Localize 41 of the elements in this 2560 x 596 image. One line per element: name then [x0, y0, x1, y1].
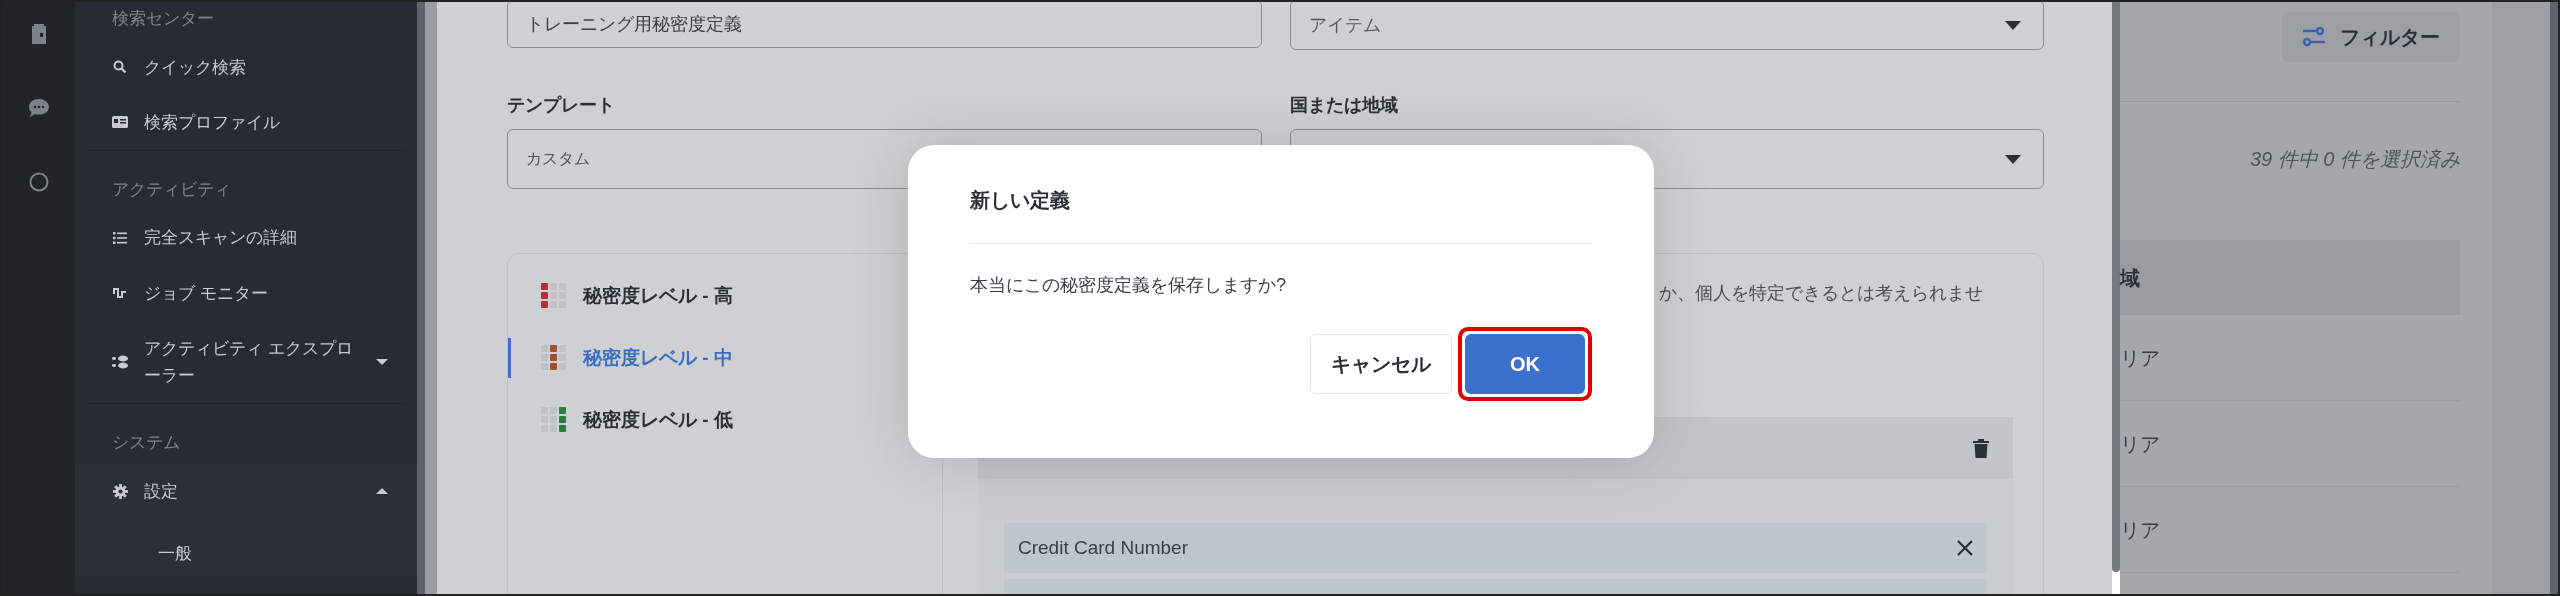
- chat-icon[interactable]: [27, 98, 50, 118]
- filter-button[interactable]: フィルター: [2282, 12, 2460, 62]
- cancel-button[interactable]: キャンセル: [1310, 334, 1452, 394]
- section-title: 検索センター: [111, 8, 215, 30]
- settings-icon: [112, 483, 128, 499]
- table-cell-text: リア: [2120, 431, 2160, 457]
- region-label: 国または地域: [1289, 94, 1399, 117]
- pulse-icon: [113, 287, 127, 300]
- level-item[interactable]: 秘密度レベル - 高: [508, 276, 942, 316]
- selection-count: 39 件中 0 件を選択済み: [2249, 147, 2460, 172]
- scrollbar[interactable]: [2112, 2, 2120, 572]
- dialog-message: 本当にこの秘密度定義を保存しますか?: [970, 274, 1287, 297]
- condition-row: Credit Card Number: [1004, 523, 1987, 573]
- sidebar-item[interactable]: 設定: [75, 463, 417, 519]
- sidebar-item[interactable]: ジョブ モニター: [75, 265, 417, 321]
- sidebar-item[interactable]: アクティビティ エクスプローラー: [75, 320, 417, 404]
- section-title: アクティビティ: [111, 178, 232, 201]
- sidebar-item[interactable]: 完全スキャンの詳細: [75, 210, 417, 266]
- trash-icon[interactable]: [1973, 438, 1989, 458]
- dropdown-icon: [2005, 20, 2021, 30]
- footprints-icon: [112, 354, 128, 369]
- ok-button[interactable]: OK: [1465, 334, 1585, 394]
- table-cell-text: リア: [2120, 345, 2160, 371]
- section-title: システム: [111, 432, 181, 455]
- table-cell-text: リア: [2120, 517, 2160, 543]
- list-icon: [113, 231, 127, 244]
- circle-icon[interactable]: [28, 172, 49, 192]
- sidebar-item[interactable]: 検索プロファイル: [75, 94, 417, 150]
- level-item[interactable]: 秘密度レベル - 低: [508, 400, 942, 440]
- filter-icon: [2302, 27, 2326, 47]
- dropdown-icon: [2005, 154, 2021, 164]
- sidebar-item[interactable]: クイック検索: [75, 39, 417, 95]
- sidebar-subitem[interactable]: 一般: [75, 518, 417, 577]
- search-icon: [113, 60, 127, 75]
- description-text: か、個人を特定できるとは考えられませ: [1659, 282, 1983, 305]
- book-icon[interactable]: [30, 24, 47, 44]
- dialog-title: 新しい定義: [970, 185, 1592, 244]
- id-card-icon: [112, 116, 128, 129]
- column-header: 域: [2120, 265, 2140, 291]
- template-label: テンプレート: [507, 94, 616, 117]
- close-icon[interactable]: [1957, 540, 1973, 556]
